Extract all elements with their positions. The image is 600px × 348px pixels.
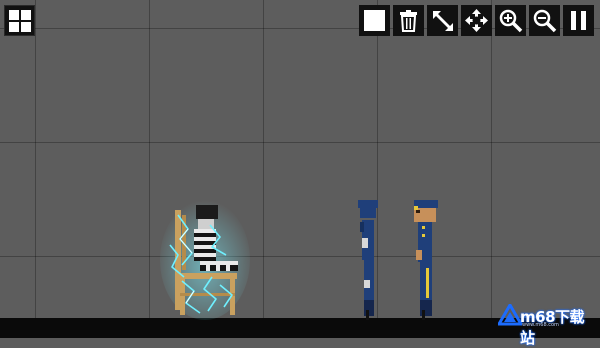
move-arrows-icon bbox=[465, 9, 488, 32]
game-viewport[interactable] bbox=[0, 0, 600, 338]
soldier-ragdoll-2[interactable] bbox=[408, 198, 442, 320]
grid-menu-icon-cell bbox=[21, 10, 31, 20]
zoom-out-icon bbox=[533, 9, 557, 33]
zoom-in-icon bbox=[499, 9, 523, 33]
toolbar bbox=[359, 5, 594, 36]
grid-menu-icon-cell bbox=[21, 22, 31, 32]
square-icon bbox=[364, 10, 385, 31]
grid-menu-button[interactable] bbox=[4, 5, 35, 36]
zoom-out-button[interactable] bbox=[529, 5, 560, 36]
grid-menu-icon bbox=[9, 10, 19, 20]
pause-button[interactable] bbox=[563, 5, 594, 36]
soldier-ragdoll-1[interactable] bbox=[352, 198, 384, 320]
trash-icon bbox=[400, 10, 417, 32]
move-camera-button[interactable] bbox=[461, 5, 492, 36]
watermark-logo: m68下载站 www.m68.com bbox=[498, 300, 598, 347]
stop-button[interactable] bbox=[359, 5, 390, 36]
watermark-subtext: www.m68.com bbox=[522, 322, 559, 328]
zoom-in-button[interactable] bbox=[495, 5, 526, 36]
electric-chair-ragdoll[interactable] bbox=[160, 195, 250, 320]
delete-button[interactable] bbox=[393, 5, 424, 36]
drag-tool-button[interactable] bbox=[427, 5, 458, 36]
pause-icon bbox=[571, 11, 586, 30]
drag-arrow-icon bbox=[433, 11, 453, 31]
grid-menu-icon-cell bbox=[9, 22, 19, 32]
logo-icon bbox=[498, 304, 522, 326]
